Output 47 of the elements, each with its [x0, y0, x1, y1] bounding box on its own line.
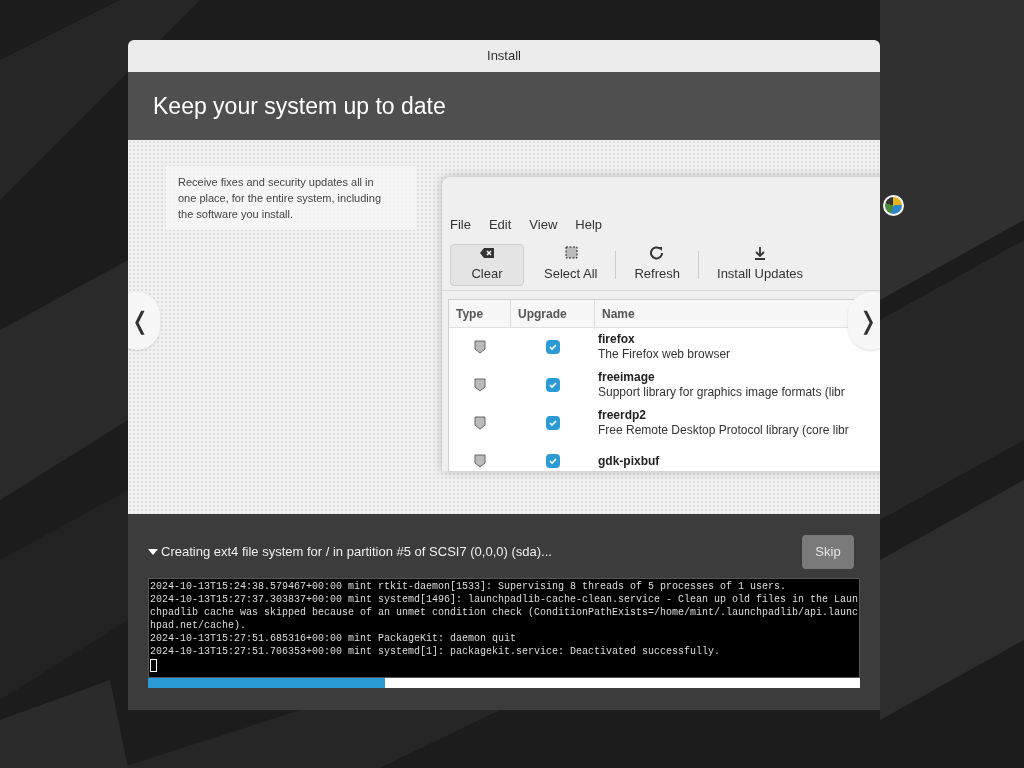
package-description: The Firefox web browser — [598, 347, 732, 362]
download-icon — [752, 245, 768, 260]
select-button[interactable]: Select All — [528, 243, 614, 286]
package-description: Support library for graphics image formats (libr — [598, 385, 846, 400]
shield-icon — [474, 378, 486, 392]
menu-item[interactable]: Edit — [488, 215, 512, 239]
clear-button[interactable]: Clear — [450, 243, 524, 286]
package-name: gdk-pixbuf — [598, 453, 661, 469]
log-line: 2024-10-13T15:27:37.303837+00:00 mint systemd[1496]: launchpadlib-cache-clean.service - Clean up old files in the Laun — [150, 593, 858, 606]
window-title: Install — [487, 47, 521, 66]
log-line: 2024-10-13T15:24:38.579467+00:00 mint rtkit-daemon[1533]: Supervising 8 threads of 5 processes of 1 users. — [150, 580, 788, 593]
package-description: Free Remote Desktop Protocol library (core libr — [598, 423, 850, 438]
log-line: 2024-10-13T15:27:51.706353+00:00 mint systemd[1]: packagekit.service: Deactivated successfully. — [150, 645, 722, 658]
slide-description: Receive fixes and security updates all in one place, for the entire system, including the software you install. — [178, 175, 382, 222]
refresh-icon — [649, 245, 666, 260]
expander-icon[interactable] — [148, 549, 158, 555]
backspace-icon — [479, 245, 495, 260]
log-line: hpad.net/cache). — [150, 619, 247, 632]
previous-button[interactable]: ❬ — [128, 292, 160, 350]
menu-item[interactable]: File — [450, 215, 471, 239]
column-header[interactable]: Type — [449, 300, 511, 327]
selection-icon — [562, 245, 579, 260]
refresh-button[interactable]: Refresh — [618, 243, 696, 286]
status-text: Creating ext4 file system for / in partition #5 of SCSI7 (0,0,0) (sda)... — [161, 543, 552, 562]
menu-item[interactable]: Help — [575, 215, 603, 239]
package-name: freerdp2 — [598, 408, 648, 423]
check-icon — [548, 342, 558, 352]
log-line: chpadlib cache was skipped because of an unmet condition check (ConditionPathExists=/home/mint/.launchpadlib/api.launc — [150, 606, 858, 619]
shield-icon — [474, 454, 486, 468]
package-name: freeimage — [598, 370, 656, 385]
cursor-icon — [150, 659, 157, 672]
header-title: Keep your system up to date — [153, 91, 446, 121]
checkbox[interactable] — [546, 416, 560, 430]
download-button[interactable]: Install Updates — [701, 243, 819, 286]
log-line: 2024-10-13T15:27:51.685316+00:00 mint PackageKit: daemon quit — [150, 632, 518, 645]
check-icon — [548, 380, 558, 390]
column-header[interactable]: Upgrade — [511, 300, 595, 327]
column-header[interactable]: Name — [595, 300, 715, 327]
checkbox[interactable] — [546, 378, 560, 392]
check-icon — [548, 418, 558, 428]
package-name: firefox — [598, 332, 636, 347]
shield-icon — [474, 416, 486, 430]
checkbox[interactable] — [546, 454, 560, 468]
check-icon — [548, 456, 558, 466]
shield-icon — [474, 340, 486, 354]
menu-item[interactable]: View — [529, 215, 558, 239]
checkbox[interactable] — [546, 340, 560, 354]
